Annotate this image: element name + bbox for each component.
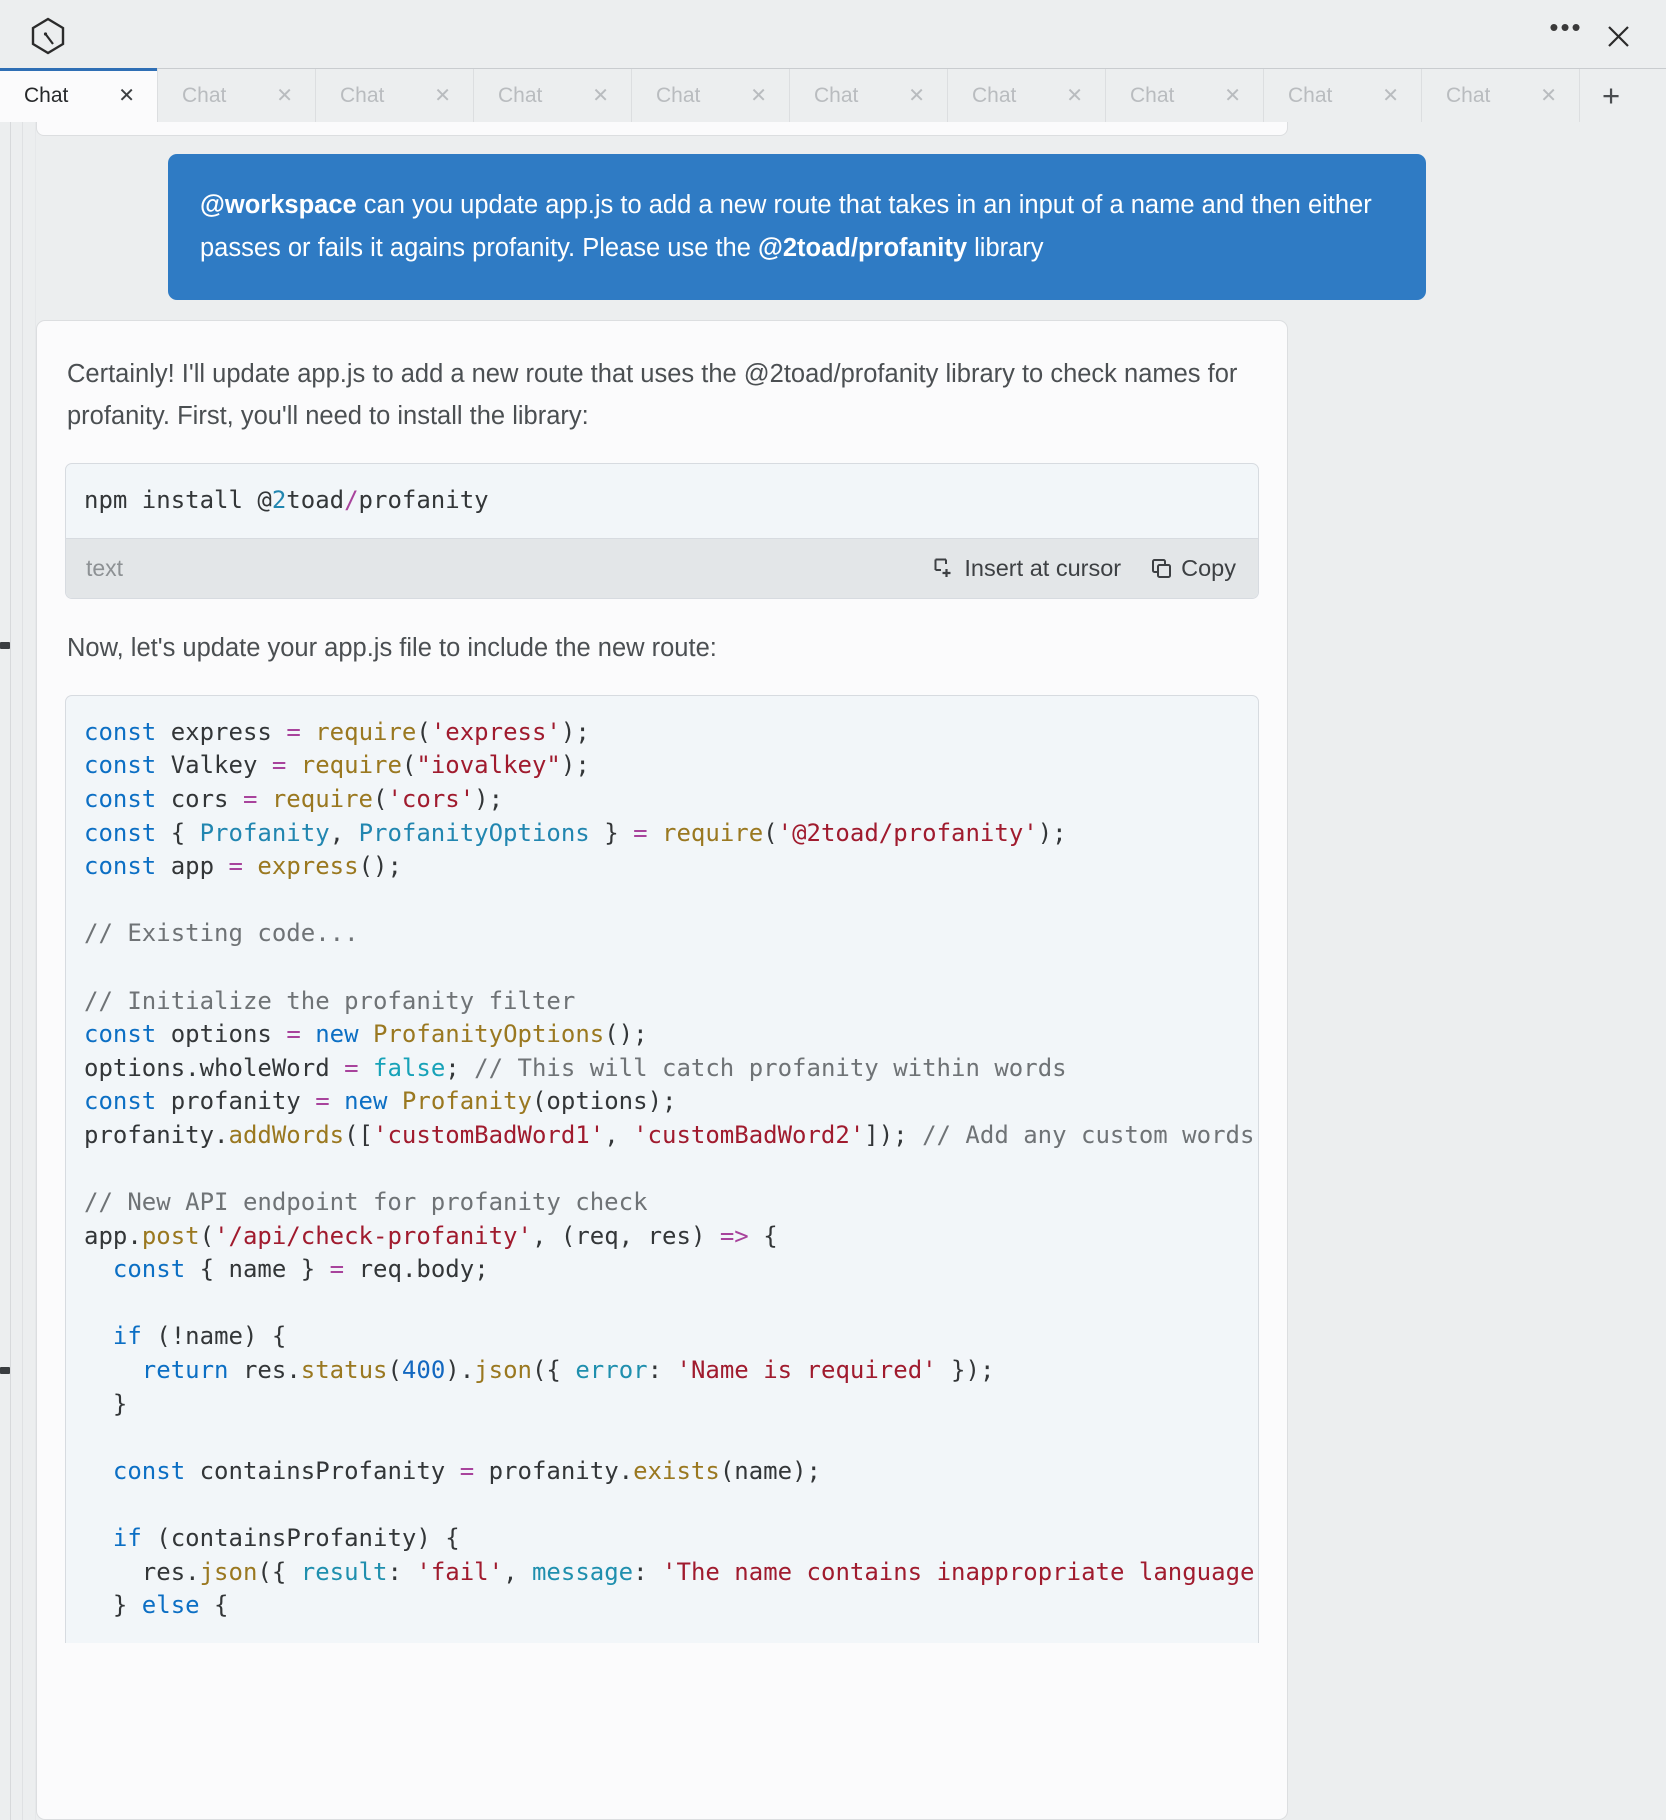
tab-close-icon[interactable]: ✕ [434, 86, 451, 106]
workspace-mention[interactable]: @workspace [200, 191, 357, 219]
insert-at-cursor-button[interactable]: Insert at cursor [933, 555, 1121, 582]
tab-label: Chat [1288, 83, 1333, 107]
new-tab-button[interactable]: + [1580, 69, 1642, 122]
close-icon-svg [1607, 25, 1629, 47]
assistant-second-paragraph: Now, let's update your app.js file to in… [67, 633, 717, 662]
tab-chat-5[interactable]: Chat ✕ [790, 69, 948, 122]
tab-chat-7[interactable]: Chat ✕ [1106, 69, 1264, 122]
tab-close-icon[interactable]: ✕ [1540, 86, 1557, 106]
user-message-bubble: @workspace can you update app.js to add … [168, 154, 1426, 300]
code-language-label: text [86, 554, 124, 581]
tab-close-icon[interactable]: ✕ [908, 86, 925, 106]
assistant-response-card: Certainly! I'll update app.js to add a n… [36, 320, 1288, 1820]
copy-label: Copy [1181, 554, 1236, 581]
tab-chat-1[interactable]: Chat ✕ [158, 69, 316, 122]
tab-label: Chat [656, 83, 701, 107]
tab-label: Chat [340, 83, 385, 107]
insert-at-cursor-label: Insert at cursor [964, 554, 1122, 581]
tab-label: Chat [1130, 83, 1175, 107]
content-edge-divider [22, 122, 23, 1820]
more-options-label: ••• [1549, 12, 1583, 42]
copy-icon [1151, 558, 1172, 579]
tab-strip: Chat ✕ Chat ✕ Chat ✕ Chat ✕ Chat ✕ Chat ✕ Chat ✕ Chat ✕… [0, 68, 1666, 122]
tab-chat-3[interactable]: Chat ✕ [474, 69, 632, 122]
app-logo-hexagon-icon [26, 14, 70, 58]
tab-chat-2[interactable]: Chat ✕ [316, 69, 474, 122]
previous-message-card-tail [36, 122, 1288, 136]
more-options-icon[interactable]: ••• [1540, 10, 1592, 62]
tab-close-icon[interactable]: ✕ [592, 86, 609, 106]
copy-button[interactable]: Copy [1151, 555, 1236, 582]
user-message-text-2: library [967, 233, 1044, 262]
code-block-appjs: const express = require('express'); cons… [65, 694, 1259, 1643]
window-titlebar: ••• [0, 0, 1666, 72]
tab-chat-6[interactable]: Chat ✕ [948, 69, 1106, 122]
insert-at-cursor-icon [933, 557, 955, 579]
tab-close-icon[interactable]: ✕ [276, 86, 293, 106]
code-block-install-content[interactable]: npm install @2toad/profanity [66, 464, 1258, 538]
tab-close-icon[interactable]: ✕ [1224, 86, 1241, 106]
tab-label: Chat [24, 83, 69, 107]
tab-label: Chat [972, 83, 1017, 107]
code-block-install: npm install @2toad/profanity text Insert… [65, 463, 1259, 599]
tab-chat-4[interactable]: Chat ✕ [632, 69, 790, 122]
gutter-mark [0, 1367, 10, 1374]
tab-close-icon[interactable]: ✕ [750, 86, 767, 106]
code-block-install-toolbar: text Insert at cursor Copy [66, 537, 1258, 598]
tab-label: Chat [498, 83, 543, 107]
tab-label: Chat [1446, 83, 1491, 107]
tab-close-icon[interactable]: ✕ [118, 86, 135, 106]
tab-chat-8[interactable]: Chat ✕ [1264, 69, 1422, 122]
code-block-appjs-content[interactable]: const express = require('express'); cons… [66, 696, 1258, 1643]
tab-chat-0[interactable]: Chat ✕ [0, 68, 158, 122]
tab-chat-9[interactable]: Chat ✕ [1422, 69, 1580, 122]
chat-scroll-area[interactable]: @workspace can you update app.js to add … [36, 122, 1666, 1820]
close-window-icon[interactable] [1592, 10, 1644, 62]
tab-close-icon[interactable]: ✕ [1066, 86, 1083, 106]
gutter-mark [0, 642, 10, 649]
tab-label: Chat [814, 83, 859, 107]
left-scroll-gutter[interactable] [0, 122, 11, 1820]
assistant-intro-paragraph: Certainly! I'll update app.js to add a n… [67, 360, 1238, 431]
library-mention: @2toad/profanity [758, 233, 968, 262]
tab-close-icon[interactable]: ✕ [1382, 86, 1399, 106]
tab-label: Chat [182, 83, 227, 107]
